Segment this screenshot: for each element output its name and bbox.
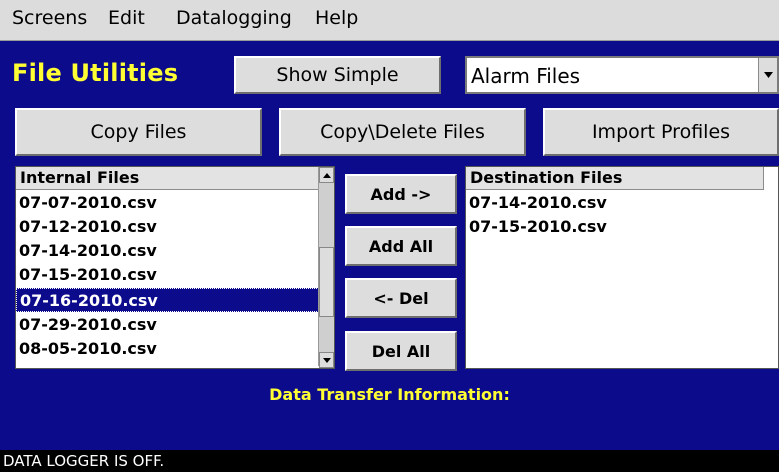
dropdown-arrow-icon[interactable] <box>758 58 777 92</box>
scroll-thumb[interactable] <box>319 247 334 317</box>
destination-files-header[interactable]: Destination Files <box>466 167 764 190</box>
remove-all-button[interactable]: Del All <box>345 331 457 371</box>
list-item[interactable]: 07-12-2010.csv <box>16 215 319 239</box>
import-profiles-button[interactable]: Import Profiles <box>543 108 779 156</box>
internal-files-scrollbar[interactable] <box>318 167 334 368</box>
menu-bar: Screens Edit Datalogging Help <box>0 0 779 41</box>
list-item[interactable]: 07-15-2010.csv <box>16 263 319 287</box>
add-all-button[interactable]: Add All <box>345 226 457 266</box>
destination-files-list[interactable]: Destination Files 07-14-2010.csv 07-15-2… <box>465 166 779 369</box>
file-type-select[interactable]: Alarm Files <box>465 56 779 94</box>
show-simple-button[interactable]: Show Simple <box>234 56 441 94</box>
add-button[interactable]: Add -> <box>345 174 457 214</box>
list-item[interactable]: 07-07-2010.csv <box>16 191 319 215</box>
file-type-value: Alarm Files <box>471 64 581 88</box>
status-bar: DATA LOGGER IS OFF. <box>0 450 779 472</box>
list-item[interactable]: 07-29-2010.csv <box>16 313 319 337</box>
scroll-up-icon[interactable] <box>319 167 334 183</box>
menu-help[interactable]: Help <box>315 7 358 29</box>
list-item[interactable]: 08-05-2010.csv <box>16 337 319 361</box>
remove-button[interactable]: <- Del <box>345 278 457 318</box>
data-transfer-info-label: Data Transfer Information: <box>269 385 510 404</box>
list-item[interactable]: 07-15-2010.csv <box>466 215 764 239</box>
scroll-down-icon[interactable] <box>319 352 334 368</box>
internal-files-header[interactable]: Internal Files <box>16 167 320 190</box>
list-item[interactable]: 07-14-2010.csv <box>16 239 319 263</box>
page-title: File Utilities <box>12 59 179 87</box>
copy-delete-files-button[interactable]: Copy\Delete Files <box>279 108 526 156</box>
list-item-selected[interactable]: 07-16-2010.csv <box>16 288 319 312</box>
menu-edit[interactable]: Edit <box>108 7 145 29</box>
menu-screens[interactable]: Screens <box>12 7 87 29</box>
copy-files-button[interactable]: Copy Files <box>15 108 262 156</box>
internal-files-list[interactable]: Internal Files 07-07-2010.csv 07-12-2010… <box>15 166 335 369</box>
list-item[interactable]: 07-14-2010.csv <box>466 191 764 215</box>
menu-datalogging[interactable]: Datalogging <box>176 7 292 29</box>
